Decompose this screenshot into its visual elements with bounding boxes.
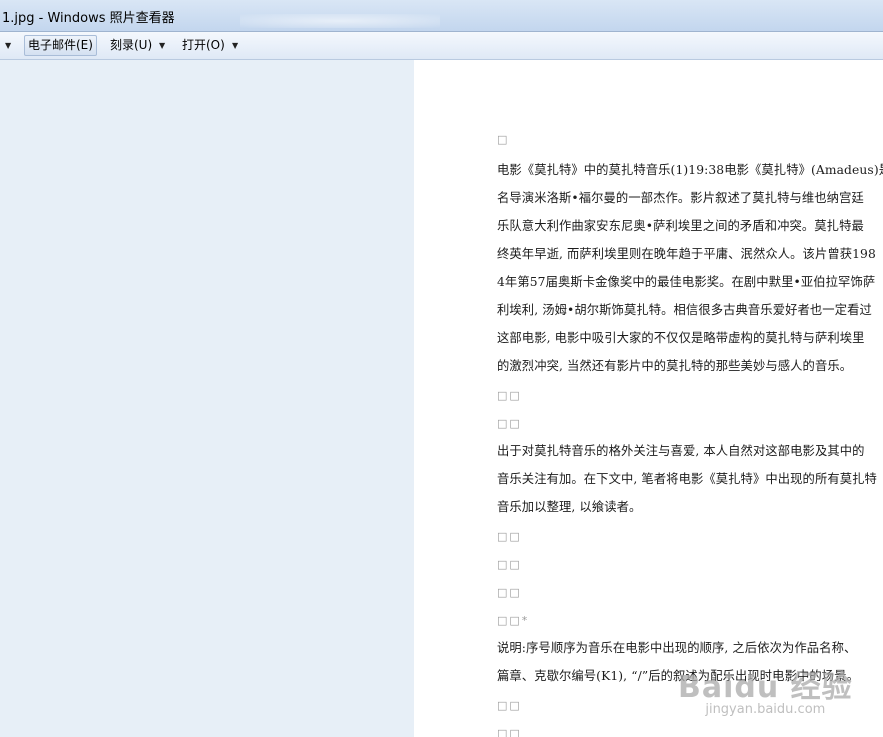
doc-line: □□* (497, 614, 530, 627)
doc-line: 这部电影, 电影中吸引大家的不仅仅是略带虚构的莫扎特与萨利埃里 (497, 331, 865, 345)
command-bar: ▼ 电子邮件(E) 刻录(U) ▼ 打开(O) ▼ (0, 32, 883, 60)
doc-line: □□ (497, 389, 522, 402)
doc-line: 利埃利, 汤姆•胡尔斯饰莫扎特。相信很多古典音乐爱好者也一定看过 (497, 303, 872, 317)
image-background-area (0, 60, 414, 737)
doc-line: 出于对莫扎特音乐的格外关注与喜爱, 本人自然对这部电影及其中的 (497, 444, 865, 458)
title-bar: 1.jpg - Windows 照片查看器 (0, 0, 883, 32)
chevron-down-icon[interactable]: ▼ (159, 35, 165, 56)
doc-line: 乐队意大利作曲家安东尼奥•萨利埃里之间的矛盾和冲突。莫扎特最 (497, 219, 864, 233)
document-image: □ 电影《莫扎特》中的莫扎特音乐(1)19:38电影《莫扎特》(Amadeus)… (414, 60, 883, 737)
doc-line: 音乐关注有加。在下文中, 笔者将电影《莫扎特》中出现的所有莫扎特 (497, 472, 877, 486)
burn-menu-button[interactable]: 刻录(U) (107, 35, 155, 56)
doc-line: □□ (497, 417, 522, 430)
chevron-down-icon[interactable]: ▼ (5, 35, 11, 56)
doc-line: □ (497, 133, 510, 146)
window-title: 1.jpg - Windows 照片查看器 (2, 11, 175, 26)
doc-line: 音乐加以整理, 以飨读者。 (497, 500, 642, 514)
doc-line: □□ (497, 530, 522, 543)
title-bar-glow (240, 14, 440, 28)
doc-line: 终英年早逝, 而萨利埃里则在晚年趋于平庸、泯然众人。该片曾获198 (497, 247, 876, 261)
doc-line: □□ (497, 727, 522, 737)
doc-line: □□ (497, 699, 522, 712)
watermark-logo: Baidu 经验 (678, 670, 853, 705)
email-menu-button[interactable]: 电子邮件(E) (24, 35, 97, 56)
doc-line: 名导演米洛斯•福尔曼的一部杰作。影片叙述了莫扎特与维也纳宫廷 (497, 191, 864, 205)
doc-line: □□ (497, 586, 522, 599)
doc-line: 说明:序号顺序为音乐在电影中出现的顺序, 之后依次为作品名称、 (497, 641, 857, 655)
chevron-down-icon[interactable]: ▼ (232, 35, 238, 56)
open-menu-button[interactable]: 打开(O) (179, 35, 228, 56)
baidu-watermark: Baidu 经验 jingyan.baidu.com (678, 662, 853, 717)
doc-line: 电影《莫扎特》中的莫扎特音乐(1)19:38电影《莫扎特》(Amadeus)是著 (497, 163, 883, 177)
doc-line: □□ (497, 558, 522, 571)
doc-line: 的激烈冲突, 当然还有影片中的莫扎特的那些美妙与感人的音乐。 (497, 359, 853, 373)
doc-line: 4年第57届奥斯卡金像奖中的最佳电影奖。在剧中默里•亚伯拉罕饰萨 (497, 275, 876, 289)
